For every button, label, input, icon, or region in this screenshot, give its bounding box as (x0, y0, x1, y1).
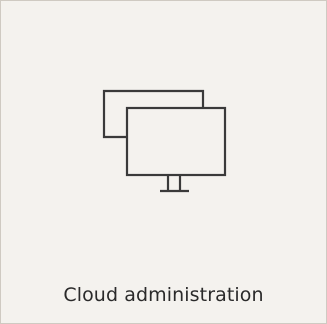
card-label: Cloud administration (63, 284, 264, 306)
cloud-administration-card[interactable]: Cloud administration (0, 0, 327, 324)
dual-monitor-icon (97, 87, 229, 199)
